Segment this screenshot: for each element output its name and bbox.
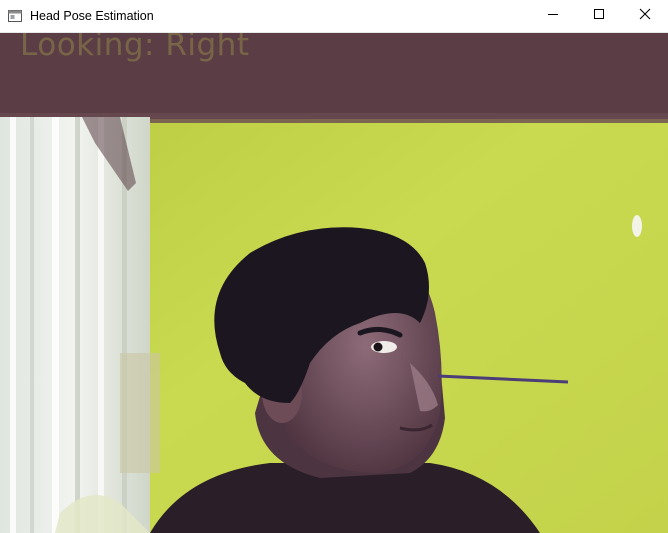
maximize-icon [593,7,605,25]
title-bar[interactable]: Head Pose Estimation [0,0,668,33]
video-frame: Looking: Right [0,33,668,533]
close-icon [639,7,651,25]
pose-label: Looking: Right [20,33,250,63]
wall-lamp [632,215,642,237]
minimize-icon [547,7,559,25]
minimize-button[interactable] [530,0,576,32]
window-title: Head Pose Estimation [30,9,154,23]
app-window-icon [8,9,22,23]
camera-image [0,33,668,533]
maximize-button[interactable] [576,0,622,32]
close-button[interactable] [622,0,668,32]
app-window: Head Pose Estimation Looking: Right [0,0,668,533]
